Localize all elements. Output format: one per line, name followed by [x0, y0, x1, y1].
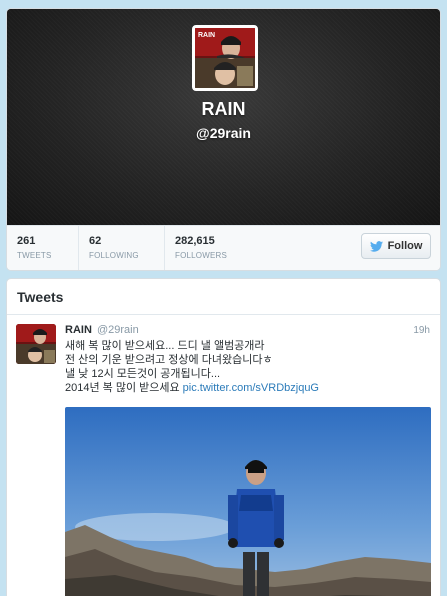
tweet-author-name[interactable]: RAIN: [65, 324, 92, 336]
tweet-author-handle[interactable]: @29rain: [97, 324, 139, 336]
profile-handle[interactable]: @29rain: [7, 125, 440, 141]
stat-followers[interactable]: 282,615 FOLLOWERS: [165, 226, 265, 270]
profile-avatar[interactable]: RAIN: [192, 25, 258, 91]
tweet-media-link[interactable]: pic.twitter.com/sVRDbzjquG: [183, 382, 319, 394]
photo-image: [65, 407, 431, 596]
stat-following-label: FOLLOWING: [89, 251, 139, 260]
tweet-text-line: 새해 복 많이 받으세요... 드디 낼 앨범공개라: [65, 340, 265, 352]
stat-following-value: 62: [89, 235, 102, 247]
follow-button-label: Follow: [387, 240, 423, 252]
tweet-text: 새해 복 많이 받으세요... 드디 낼 앨범공개라 전 산의 기운 받으려고 …: [65, 339, 425, 395]
tweet-avatar-image: [16, 324, 56, 364]
profile-card: RAIN RAIN @29rain 261 TWEETS 62 FOLLOWIN…: [6, 8, 441, 271]
tweet-timestamp[interactable]: 19h: [413, 325, 430, 336]
stat-tweets-value: 261: [17, 235, 36, 247]
twitter-bird-icon: [369, 240, 383, 252]
page: RAIN RAIN @29rain 261 TWEETS 62 FOLLOWIN…: [6, 8, 441, 596]
tweets-card: Tweets RAIN @29rain 19h 새해 복 많이 받으세요... …: [6, 278, 441, 596]
tweet-text-last: 2014년 복 많이 받으세요: [65, 382, 180, 394]
stat-following[interactable]: 62 FOLLOWING: [79, 226, 165, 270]
stat-followers-value: 282,615: [175, 235, 215, 247]
tweet-header: RAIN @29rain: [65, 324, 139, 336]
stat-tweets-label: TWEETS: [17, 251, 52, 260]
avatar-logo-text: RAIN: [198, 32, 215, 39]
stat-followers-label: FOLLOWERS: [175, 251, 228, 260]
tweet-media-photo[interactable]: [65, 407, 431, 596]
tweet-text-line-with-link: 2014년 복 많이 받으세요 pic.twitter.com/sVRDbzjq…: [65, 381, 425, 395]
avatar-image: RAIN: [195, 28, 255, 88]
tweets-section-title: Tweets: [7, 279, 440, 315]
tweet-text-line: 전 산의 기운 받으려고 정상에 다녀왔습니다ㅎ: [65, 354, 273, 366]
tweet-avatar[interactable]: [16, 324, 56, 364]
profile-name: RAIN: [201, 99, 246, 119]
follow-button[interactable]: Follow: [361, 233, 431, 259]
tweet-text-line: 낼 낮 12시 모든것이 공개됩니다...: [65, 368, 221, 380]
stat-tweets[interactable]: 261 TWEETS: [7, 226, 79, 270]
